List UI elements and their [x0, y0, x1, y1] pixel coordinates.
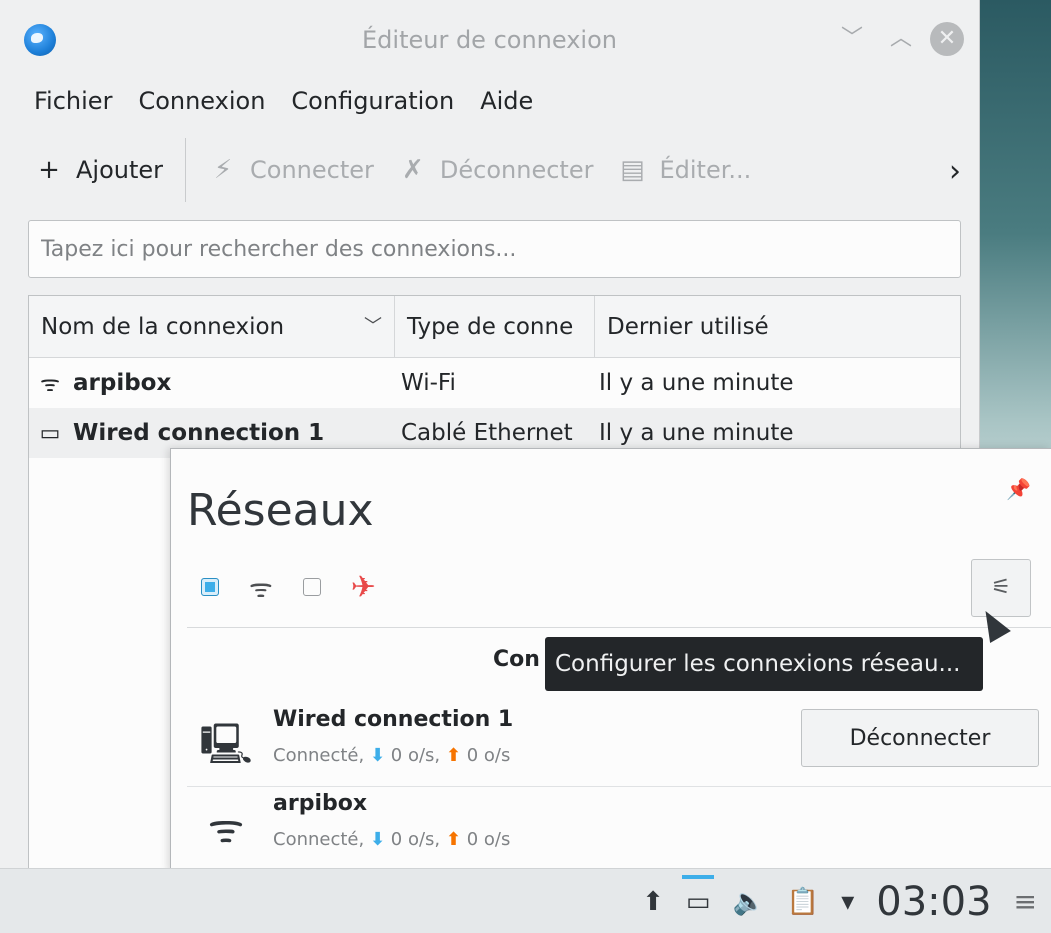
configure-connections-button[interactable]: ⚟ — [971, 559, 1031, 617]
column-header-type[interactable]: Type de conne — [395, 296, 595, 357]
upload-rate: 0 o/s — [466, 745, 511, 766]
status-text: Connecté, — [273, 745, 365, 766]
network-item-wifi[interactable]: ᯤ arpibox Connecté, ⬇ 0 o/s, ⬆ 0 o/s — [187, 789, 1051, 871]
window-title: Éditeur de connexion — [362, 26, 617, 54]
row-last-used: Il y a une minute — [599, 420, 794, 446]
pin-icon[interactable]: 📌 — [1006, 477, 1031, 501]
status-text: Connecté, — [273, 829, 365, 850]
updates-icon[interactable]: ⬆ — [642, 887, 664, 917]
toolbar-separator — [185, 138, 187, 202]
title-bar[interactable]: Éditeur de connexion ﹀ ︿ ✕ — [0, 0, 979, 76]
minimize-button[interactable]: ﹀ — [835, 22, 869, 56]
row-type: Cablé Ethernet — [401, 420, 573, 446]
sliders-icon: ⚟ — [991, 575, 1011, 600]
plug-icon: ⚡ — [213, 155, 233, 185]
search-input[interactable] — [28, 220, 961, 278]
divider — [187, 627, 1051, 628]
row-name: Wired connection 1 — [73, 420, 325, 446]
download-rate: 0 o/s, — [390, 829, 441, 850]
system-tray: ⬆ ▭ 🔈 📋 ▾ 03:03 ≡ — [642, 869, 1037, 933]
disconnect-toolbar-button[interactable]: ✗ Déconnecter — [386, 138, 606, 202]
quick-toggles: ᯤ ✈ — [201, 569, 376, 605]
download-rate: 0 o/s, — [390, 745, 441, 766]
plus-icon: + — [38, 155, 60, 185]
network-name: arpibox — [273, 791, 368, 816]
row-type: Wi-Fi — [401, 370, 456, 396]
row-name: arpibox — [73, 370, 172, 396]
add-label: Ajouter — [76, 156, 164, 184]
menu-bar: Fichier Connexion Configuration Aide — [22, 83, 547, 119]
network-status: Connecté, ⬇ 0 o/s, ⬆ 0 o/s — [273, 745, 510, 766]
taskbar: ⬆ ▭ 🔈 📋 ▾ 03:03 ≡ — [0, 868, 1051, 933]
network-item-wired[interactable]: 🖳 Wired connection 1 Connecté, ⬇ 0 o/s, … — [187, 705, 1051, 787]
toolbar: + Ajouter ⚡ Connecter ✗ Déconnecter ▤ Éd… — [22, 138, 961, 202]
maximize-button[interactable]: ︿ — [884, 22, 918, 56]
network-name: Wired connection 1 — [273, 707, 514, 732]
wired-network-icon: 🖳 — [199, 722, 253, 768]
upload-rate: 0 o/s — [466, 829, 511, 850]
close-button[interactable]: ✕ — [930, 22, 964, 56]
tray-expand-icon[interactable]: ▾ — [841, 887, 854, 917]
row-name-cell: ▭ Wired connection 1 — [29, 420, 395, 446]
column-header-name[interactable]: Nom de la connexion ﹀ — [29, 296, 395, 357]
table-header: Nom de la connexion ﹀ Type de conne Dern… — [29, 296, 960, 358]
toolbar-overflow-chevron-icon[interactable]: › — [949, 154, 961, 189]
connections-section-header: Con — [493, 647, 540, 672]
wifi-enable-checkbox[interactable] — [302, 578, 321, 596]
tooltip: Configurer les connexions réseau... — [545, 637, 983, 691]
table-row[interactable]: ᯤ arpibox Wi-Fi Il y a une minute — [29, 358, 960, 408]
secured-wifi-icon: ᯤ — [207, 806, 245, 852]
edit-form-icon: ▤ — [620, 155, 645, 185]
upload-arrow-icon: ⬆ — [445, 829, 461, 850]
wifi-icon: ᯤ — [39, 372, 61, 397]
menu-fichier[interactable]: Fichier — [22, 83, 126, 119]
column-header-last-used[interactable]: Dernier utilisé — [595, 296, 960, 357]
ethernet-icon: ▭ — [39, 420, 61, 446]
chevron-down-icon: ﹀ — [364, 316, 382, 337]
network-status: Connecté, ⬇ 0 o/s, ⬆ 0 o/s — [273, 829, 510, 850]
connect-label: Connecter — [250, 156, 374, 184]
disconnect-label: Déconnecter — [439, 156, 594, 184]
menu-aide[interactable]: Aide — [468, 83, 547, 119]
wired-enable-checkbox[interactable] — [201, 578, 219, 596]
hamburger-menu-icon[interactable]: ≡ — [1014, 885, 1037, 918]
disconnect-button[interactable]: Déconnecter — [801, 709, 1039, 767]
menu-connexion[interactable]: Connexion — [126, 83, 279, 119]
column-header-name-label: Nom de la connexion — [41, 314, 285, 340]
connect-button[interactable]: ⚡ Connecter — [196, 138, 386, 202]
popup-title: Réseaux — [187, 485, 374, 536]
clipboard-icon[interactable]: 📋 — [787, 887, 819, 917]
download-arrow-icon: ⬇ — [369, 745, 386, 766]
download-arrow-icon: ⬇ — [369, 829, 386, 850]
volume-icon[interactable]: 🔈 — [732, 887, 764, 917]
edit-button[interactable]: ▤ Éditer... — [605, 138, 763, 202]
add-button[interactable]: + Ajouter — [22, 138, 175, 202]
row-name-cell: ᯤ arpibox — [29, 368, 395, 398]
unplug-icon: ✗ — [402, 155, 424, 185]
upload-arrow-icon: ⬆ — [445, 745, 461, 766]
airplane-mode-icon[interactable]: ✈ — [351, 570, 376, 605]
row-last-used: Il y a une minute — [599, 370, 794, 396]
networks-popup: Réseaux 📌 ᯤ ✈ ⚟ Con Configurer les conne… — [170, 448, 1051, 873]
edit-label: Éditer... — [659, 156, 752, 184]
menu-configuration[interactable]: Configuration — [279, 83, 468, 119]
wifi-icon: ᯤ — [249, 574, 273, 604]
network-tray-icon[interactable]: ▭ — [681, 874, 714, 917]
clock[interactable]: 03:03 — [876, 879, 991, 925]
